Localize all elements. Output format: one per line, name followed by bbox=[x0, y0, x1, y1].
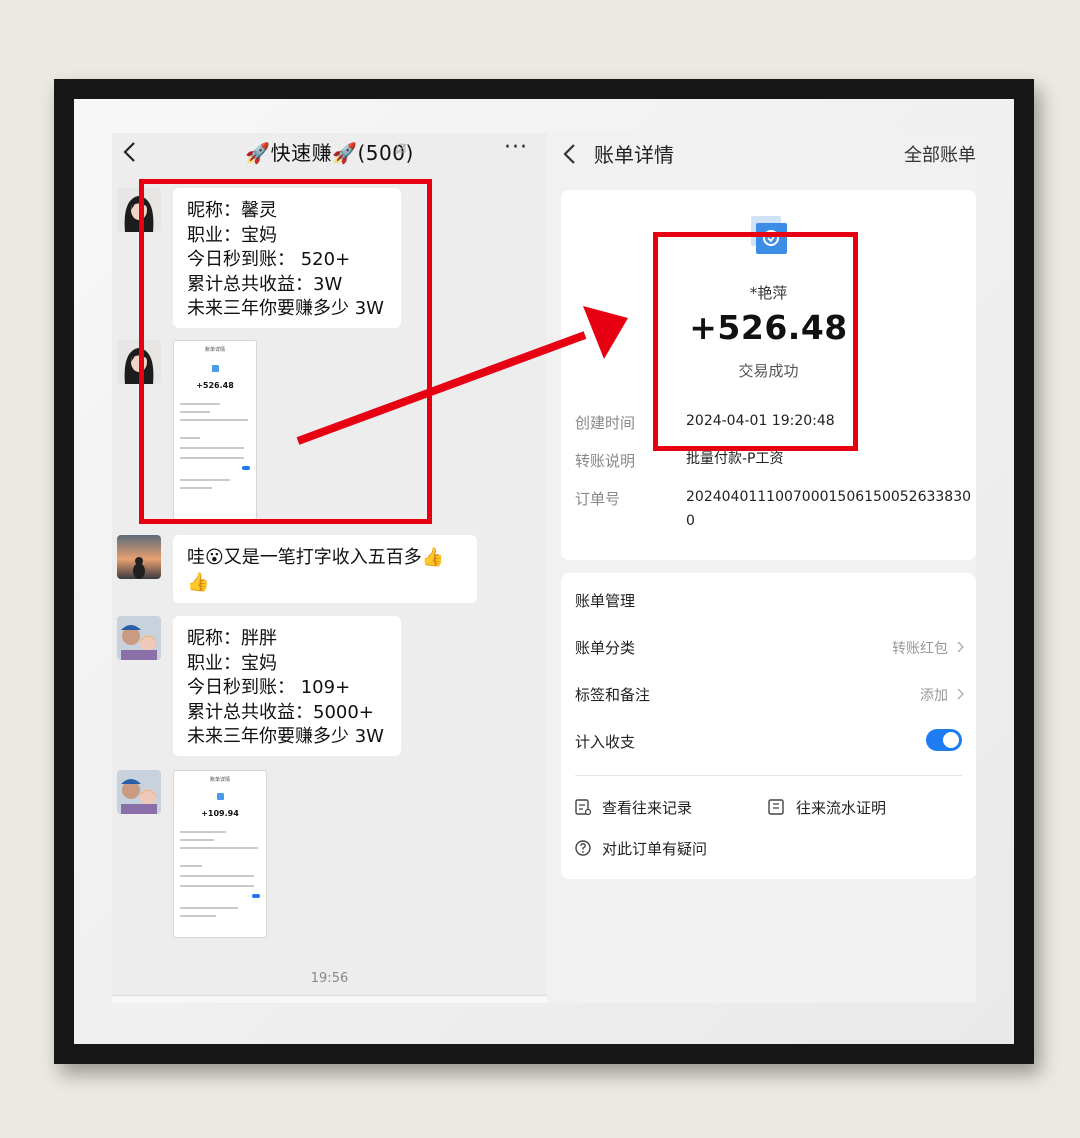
annotation-arrow bbox=[296, 306, 628, 445]
